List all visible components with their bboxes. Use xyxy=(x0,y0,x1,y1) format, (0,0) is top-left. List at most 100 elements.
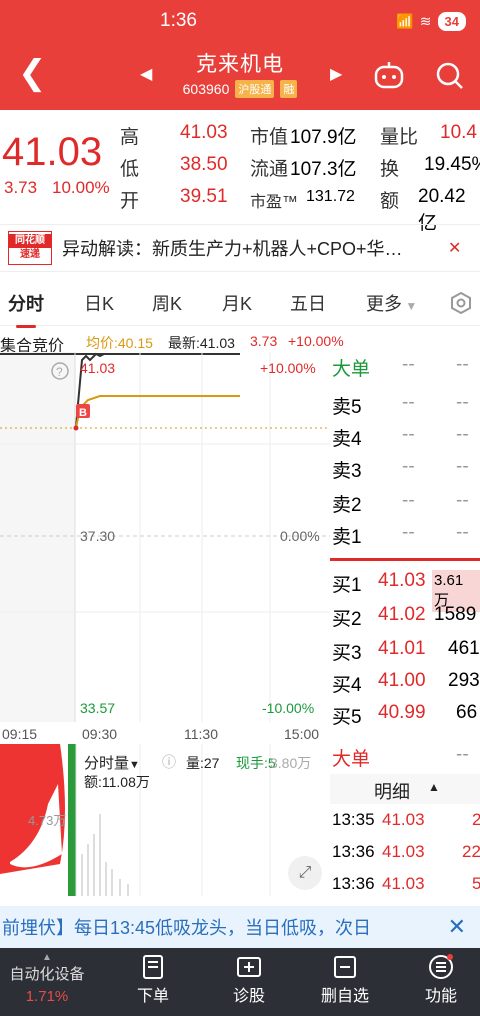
tab-daily[interactable]: 日K xyxy=(84,290,114,316)
next-stock-icon[interactable]: ▶ xyxy=(330,64,342,84)
status-icons: 📶 ≋ 34 xyxy=(396,11,466,31)
ask-label: 卖3 xyxy=(332,461,362,482)
volume-chart[interactable]: 分时量▼ ⓘ 量:27 现手:5 3.80万 额:11.08万 4.73万 ⤢ xyxy=(0,744,330,896)
banner-text[interactable]: 前埋伏】每日13:45低吸龙头，当日低吸，次日 xyxy=(2,914,371,940)
mktcap-label: 市值 xyxy=(250,127,289,148)
expand-icon[interactable]: ⤢ xyxy=(288,856,322,890)
caret-up-icon: ▲ xyxy=(42,952,52,963)
tab-intraday[interactable]: 分时 xyxy=(8,290,44,328)
bid-label: 买4 xyxy=(332,675,362,696)
float-value: 107.3亿 xyxy=(290,159,357,180)
signal-icon: 📶 xyxy=(396,12,414,29)
battery-icon: 34 xyxy=(437,11,466,31)
amount-label: 额 xyxy=(380,191,400,212)
robot-icon[interactable] xyxy=(372,58,406,92)
axis-mid-pct: 0.00% xyxy=(280,528,320,544)
chart-change: 3.73 xyxy=(250,333,278,349)
stock-code: 603960 xyxy=(182,81,230,97)
bid-label: 买2 xyxy=(332,609,362,630)
tab-weekly[interactable]: 周K xyxy=(152,290,182,316)
time-tick: 09:30 xyxy=(82,726,118,742)
pe-label: 市盈™ xyxy=(250,194,299,211)
axis-top-pct: +10.00% xyxy=(260,360,316,376)
tab-monthly[interactable]: 月K xyxy=(222,290,252,316)
axis-mid-price: 37.30 xyxy=(80,528,116,544)
big-order-label: 大单 xyxy=(332,749,371,770)
close-icon[interactable]: ✕ xyxy=(448,238,461,258)
news-ticker[interactable]: 同花顺 速递 异动解读：新质生产力+机器人+CPO+华… ✕ xyxy=(0,224,480,272)
diagnose-button[interactable]: 诊股 xyxy=(204,954,294,1006)
tab-more[interactable]: 更多 ▼ xyxy=(366,290,417,316)
price-change-pct: 10.00% xyxy=(52,178,110,197)
bid-label: 买1 xyxy=(332,575,362,596)
intraday-chart[interactable]: ? 41.03 +10.00% B 37.30 0.00% 33.57 -10.… xyxy=(0,352,330,722)
order-icon xyxy=(143,955,163,979)
ask-label: 卖1 xyxy=(332,527,362,548)
search-icon[interactable] xyxy=(434,60,466,92)
open-label: 开 xyxy=(120,191,140,212)
axis-low-pct: -10.00% xyxy=(262,700,315,716)
back-icon[interactable]: ❮ xyxy=(18,56,47,90)
mktcap-value: 107.9亿 xyxy=(290,127,357,148)
dropdown-icon: ▼ xyxy=(402,299,418,313)
bid-label: 买3 xyxy=(332,643,362,664)
high-value: 41.03 xyxy=(180,122,228,143)
time-tick: 15:00 xyxy=(284,726,320,742)
collapse-icon: ▲ xyxy=(428,780,440,794)
close-icon[interactable]: ✕ xyxy=(448,914,466,940)
time-axis: 09:15 09:30 11:30 15:00 xyxy=(0,724,330,744)
chart-info-bar: 集合竞价 均价:40.15 最新:41.03 3.73 +10.00% xyxy=(0,330,480,355)
low-value: 38.50 xyxy=(180,154,228,175)
volume-max: 3.80万 xyxy=(270,755,312,771)
chart-tabs: 分时 日K 周K 月K 五日 更多 ▼ xyxy=(0,280,480,328)
remove-watchlist-button[interactable]: 删自选 xyxy=(300,954,390,1006)
order-button[interactable]: 下单 xyxy=(108,954,198,1006)
ask-label: 卖4 xyxy=(332,429,362,450)
wifi-icon: ≋ xyxy=(419,12,432,29)
detail-row: 13:36 41.03 22 xyxy=(332,842,480,861)
nav-bar: ❮ ◀ 克来机电 603960 沪股通 融 ▶ xyxy=(0,42,480,110)
volratio-label: 量比 xyxy=(380,127,419,148)
bottom-nav: ▲ 自动化设备 1.71% 下单 诊股 删自选 功能 xyxy=(0,948,480,1016)
promo-banner[interactable]: 前埋伏】每日13:45低吸龙头，当日低吸，次日 ✕ xyxy=(0,906,480,948)
remove-icon xyxy=(334,956,356,978)
axis-top-price: 41.03 xyxy=(80,360,116,376)
volume-qty: 量:27 xyxy=(186,755,220,771)
volume-dropdown[interactable]: 分时量▼ xyxy=(84,752,140,773)
settings-icon[interactable] xyxy=(450,292,472,314)
time-tick: 09:15 xyxy=(2,726,38,742)
high-label: 高 xyxy=(120,127,140,148)
detail-row: 13:35 41.03 2 xyxy=(332,810,480,829)
function-button[interactable]: 功能 xyxy=(396,954,480,1006)
price-change: 3.73 xyxy=(4,178,38,197)
latest-price: 最新:41.03 xyxy=(168,335,235,351)
volume-left-label: 4.73万 xyxy=(28,813,67,828)
status-time: 1:36 xyxy=(160,10,197,31)
help-icon[interactable]: ⓘ xyxy=(162,752,176,772)
diagnose-icon xyxy=(237,957,261,977)
pe-value: 131.72 xyxy=(306,188,355,205)
hk-connect-badge: 沪股通 xyxy=(235,80,275,98)
svg-text:?: ? xyxy=(56,365,63,379)
menu-icon xyxy=(429,954,453,979)
buy-marker: B xyxy=(79,407,87,419)
turnover-value: 19.45% xyxy=(424,154,480,175)
margin-badge: 融 xyxy=(280,80,298,98)
last-price: 41.03 xyxy=(2,130,103,174)
news-logo: 同花顺 速递 xyxy=(8,231,52,265)
status-bar: 1:36 📶 ≋ 34 xyxy=(0,0,480,42)
avg-price: 均价:40.15 xyxy=(86,335,153,351)
news-text[interactable]: 异动解读：新质生产力+机器人+CPO+华… xyxy=(62,235,442,261)
time-tick: 11:30 xyxy=(184,726,218,742)
open-value: 39.51 xyxy=(180,186,228,207)
volratio-value: 10.4 xyxy=(440,122,477,143)
detail-row: 13:36 41.03 5 xyxy=(332,874,480,893)
volume-amount: 额:11.08万 xyxy=(84,774,150,790)
detail-header[interactable]: 明细 ▲ xyxy=(330,774,480,804)
stock-title: 克来机电 603960 沪股通 融 xyxy=(140,48,340,98)
sector-button[interactable]: ▲ 自动化设备 1.71% xyxy=(2,952,92,1005)
tab-five-day[interactable]: 五日 xyxy=(290,290,326,316)
bid-label: 买5 xyxy=(332,707,362,728)
dropdown-icon: ▼ xyxy=(129,759,140,771)
chart-change-pct: +10.00% xyxy=(288,333,344,349)
